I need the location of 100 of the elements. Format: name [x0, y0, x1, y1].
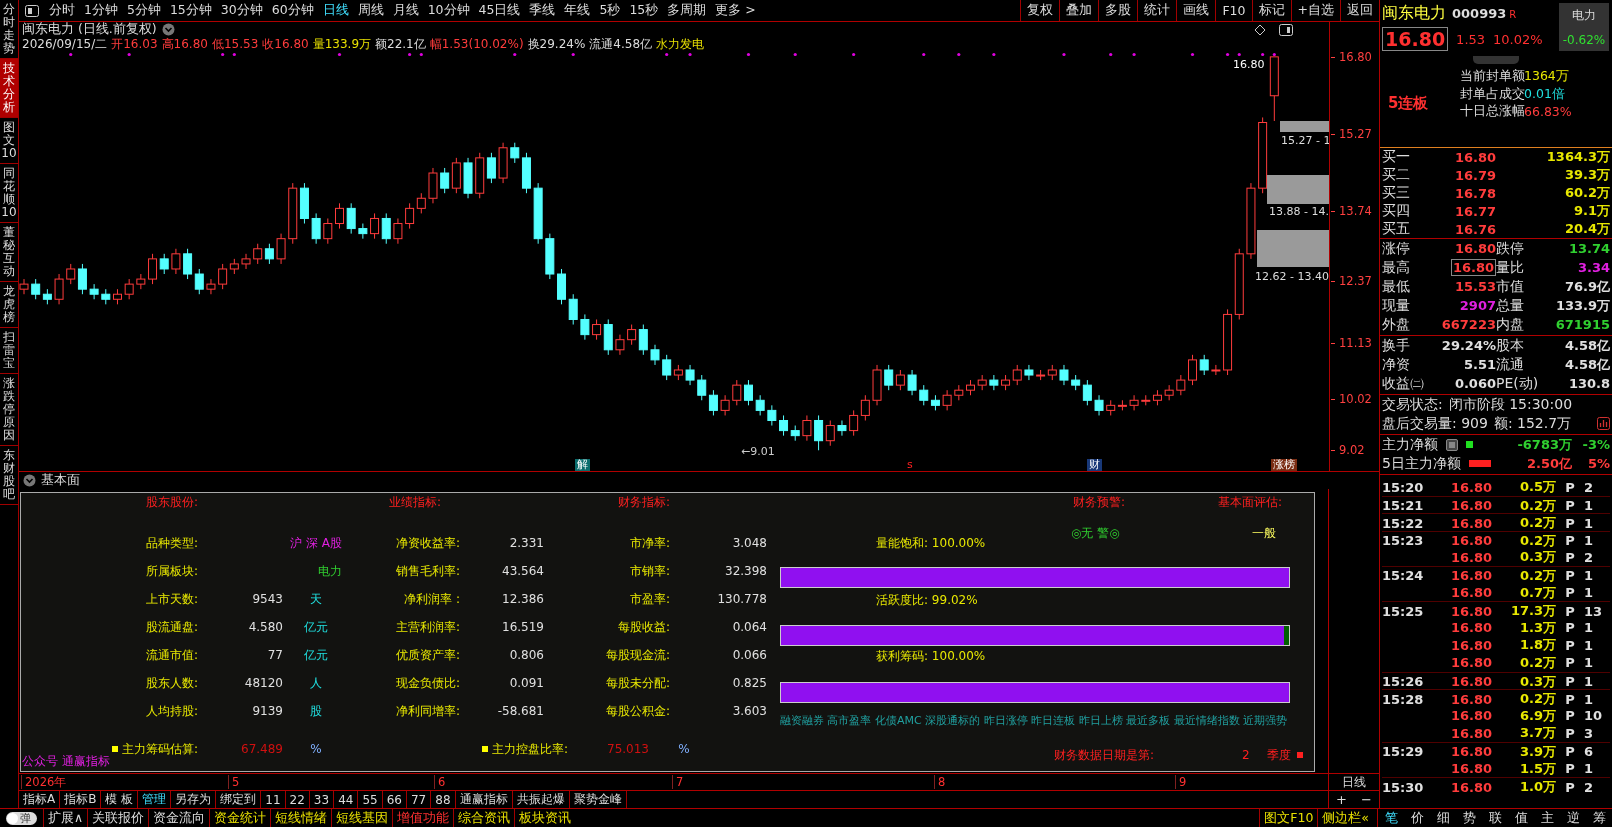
bottom-tab[interactable]: 资金流向	[148, 809, 210, 827]
toolbar-button[interactable]: 返回	[1340, 0, 1379, 21]
toggle-switch[interactable]: 弹	[6, 811, 37, 825]
event-marker[interactable]: 涨榜	[1271, 459, 1297, 471]
toolbar-button[interactable]: 画线	[1176, 0, 1216, 21]
indicator-tab[interactable]: 33	[309, 791, 335, 808]
side-tab[interactable]: 同花顺10	[0, 164, 18, 223]
bottom-tab[interactable]: 扩展∧	[43, 809, 88, 827]
period-tab[interactable]: 10分钟	[427, 2, 470, 19]
dropdown-icon[interactable]	[161, 23, 175, 36]
indicator-tab[interactable]: 22	[285, 791, 310, 808]
period-tab[interactable]: 5分钟	[126, 2, 161, 19]
period-tab[interactable]: 15秒	[629, 2, 659, 19]
panel-tab[interactable]: 筹	[1586, 809, 1612, 827]
period-tab[interactable]: 1分钟	[84, 2, 118, 19]
indicator-tab[interactable]: 77	[406, 791, 432, 808]
sector-card[interactable]: 电力 -0.62%	[1559, 3, 1609, 51]
bottom-tab[interactable]: 板块资讯	[514, 809, 576, 827]
period-tab[interactable]: 年线	[564, 2, 591, 19]
panel-tab[interactable]: 联	[1482, 809, 1508, 827]
tick-price: 16.80	[1449, 655, 1492, 671]
panel-tab[interactable]: 价	[1404, 809, 1430, 827]
panel-tab[interactable]: 主	[1534, 809, 1560, 827]
collapse-handle[interactable]	[1473, 56, 1519, 64]
side-link[interactable]: 侧边栏«	[1317, 809, 1373, 827]
panel-title: 基本面	[41, 472, 80, 489]
candlestick	[580, 313, 590, 341]
panel-tab[interactable]: 逆	[1560, 809, 1586, 827]
side-tab[interactable]: 技术分析	[0, 59, 18, 118]
panel-tab[interactable]: 值	[1508, 809, 1534, 827]
period-tab[interactable]: 60分钟	[271, 2, 314, 19]
indicator-tab[interactable]: 模 板	[101, 791, 139, 808]
period-tab[interactable]: 日线	[322, 2, 349, 19]
side-tab[interactable]: 东财股吧	[0, 446, 18, 505]
tick-volume: 0.7万	[1518, 583, 1556, 602]
side-tab[interactable]: 图文10	[0, 118, 18, 164]
event-marker[interactable]: 财	[1087, 459, 1102, 471]
field-label: 每股未分配:	[604, 674, 670, 692]
document-icon[interactable]	[1446, 438, 1458, 451]
stat-label: 最高	[1382, 258, 1411, 277]
zoom-button[interactable]: −	[1361, 791, 1372, 808]
section-heading: 股东股份:	[144, 493, 198, 511]
period-tab[interactable]: 更多 >	[715, 2, 756, 19]
candlestick	[720, 394, 730, 416]
toolbar-button[interactable]: F10	[1215, 0, 1252, 21]
side-tab[interactable]: 涨跌停原因	[0, 374, 18, 446]
side-tab[interactable]: 董秘互动	[0, 223, 18, 282]
period-tab[interactable]: 45日线	[478, 2, 521, 19]
indicator-tab[interactable]: 另存为	[171, 791, 217, 808]
indicator-tab[interactable]: 绑定到	[216, 791, 262, 808]
side-tab[interactable]: 扫雷宝	[0, 328, 18, 374]
chart-icon[interactable]	[1597, 417, 1610, 430]
period-tab[interactable]: 季线	[529, 2, 556, 19]
panel-tab[interactable]: 势	[1456, 809, 1482, 827]
bottom-tab[interactable]: 资金统计	[209, 809, 271, 827]
indicator-tab[interactable]: 通赢指标	[455, 791, 513, 808]
side-tab[interactable]: 龙虎榜	[0, 282, 18, 328]
indicator-tab[interactable]: 共振起爆	[512, 791, 570, 808]
period-tab[interactable]: 15分钟	[169, 2, 212, 19]
toolbar-button[interactable]: 叠加	[1059, 0, 1099, 21]
period-tab[interactable]: 30分钟	[220, 2, 263, 19]
panel-tab[interactable]: 细	[1430, 809, 1456, 827]
indicator-tab[interactable]: 55	[358, 791, 383, 808]
event-marker[interactable]: 解	[575, 459, 590, 471]
toolbar-button[interactable]: 复权	[1020, 0, 1060, 21]
indicator-tab[interactable]: 指标A	[19, 791, 61, 808]
indicator-tab[interactable]: 11	[261, 791, 286, 808]
bottom-tab[interactable]: 关联报价	[87, 809, 149, 827]
panel-icon[interactable]	[1279, 23, 1293, 36]
indicator-tab[interactable]: 管理	[138, 791, 172, 808]
period-tab[interactable]: 周线	[357, 2, 384, 19]
bottom-tab[interactable]: 综合资讯	[453, 809, 515, 827]
tick-price: 16.80	[1449, 515, 1492, 531]
tick-side: P	[1564, 761, 1576, 776]
period-tab[interactable]: 多周期	[667, 2, 707, 19]
toolbar-button[interactable]: 标记	[1251, 0, 1291, 21]
indicator-tab[interactable]: 66	[382, 791, 407, 808]
period-tab[interactable]: 分时	[49, 2, 75, 19]
indicator-tab[interactable]: 88	[431, 791, 456, 808]
zoom-button[interactable]: +	[1336, 791, 1347, 808]
bottom-tab[interactable]: 增值功能	[392, 809, 454, 827]
footer-link[interactable]: 公众号 通赢指标	[22, 753, 110, 770]
event-marker[interactable]: s	[905, 459, 915, 471]
toolbar-button[interactable]: 多股	[1098, 0, 1138, 21]
bottom-tab[interactable]: 短线基因	[331, 809, 393, 827]
period-tab[interactable]: 5秒	[599, 2, 621, 19]
toolbar-button[interactable]: +自选	[1290, 0, 1340, 21]
collapse-icon[interactable]	[23, 474, 36, 487]
sidebar-toggle-icon[interactable]	[25, 4, 39, 17]
indicator-tab[interactable]: 指标B	[60, 791, 102, 808]
candlestick	[311, 212, 321, 245]
side-link[interactable]: 图文F10	[1259, 809, 1318, 827]
bottom-tab[interactable]: 短线情绪	[270, 809, 332, 827]
indicator-tab[interactable]: 44	[334, 791, 359, 808]
toolbar-button[interactable]: 统计	[1137, 0, 1177, 21]
diamond-icon[interactable]	[1254, 23, 1266, 36]
panel-tab[interactable]: 笔	[1378, 809, 1404, 827]
stat-value: 5.51	[1462, 357, 1496, 372]
indicator-tab[interactable]: 聚势金峰	[569, 791, 627, 808]
period-tab[interactable]: 月线	[392, 2, 419, 19]
